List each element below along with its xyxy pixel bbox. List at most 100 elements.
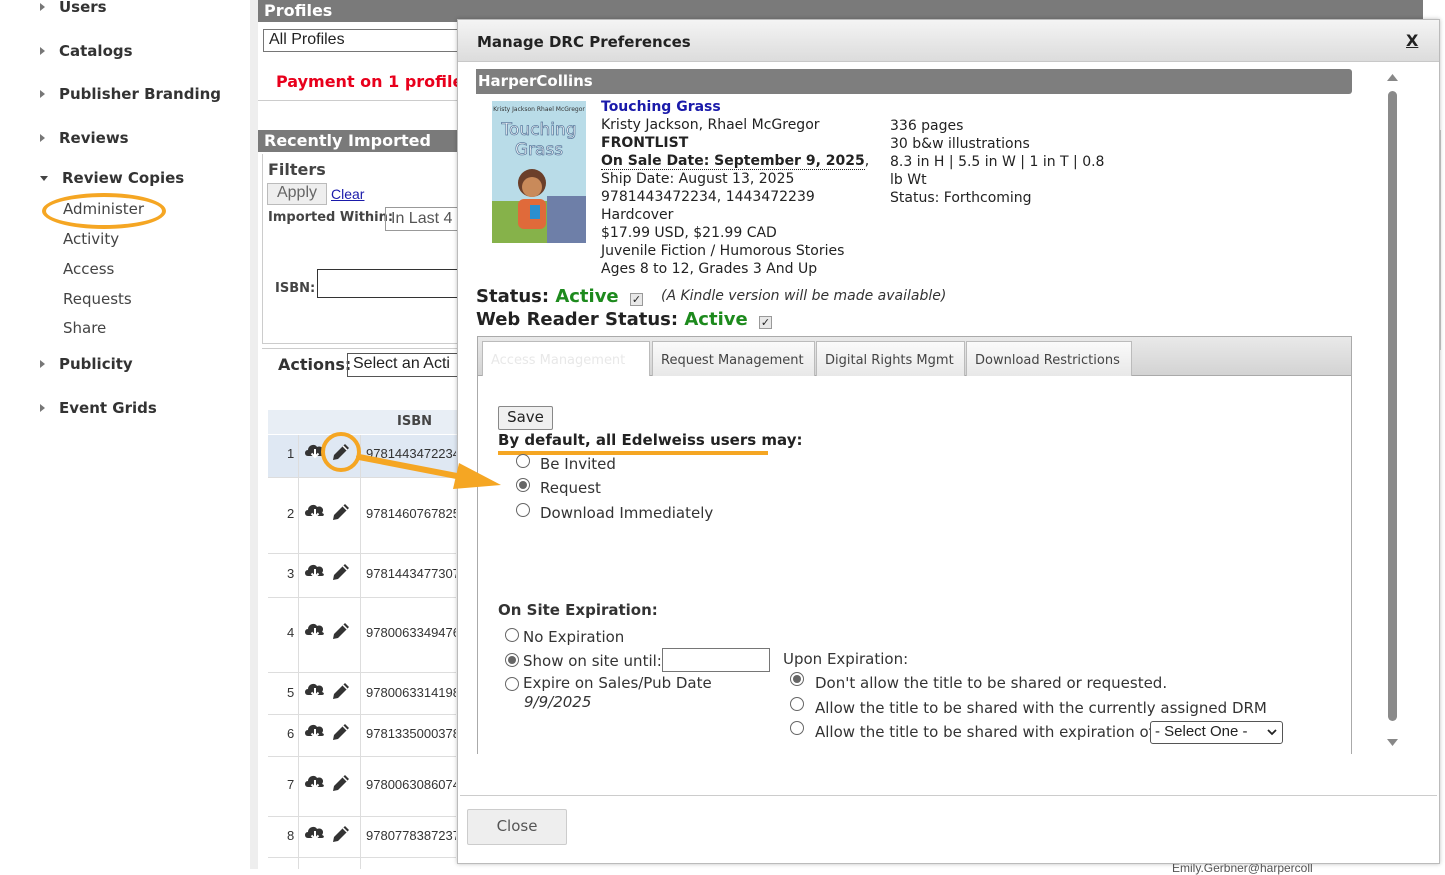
column-divider: [360, 435, 361, 869]
book-pages: 336 pages: [890, 118, 964, 134]
cloud-download-icon[interactable]: [303, 679, 327, 701]
download-immediately-label: Download Immediately: [540, 504, 714, 522]
edit-pencil-icon[interactable]: [329, 720, 353, 744]
tab-access-management[interactable]: Access Management: [482, 341, 650, 376]
radio-allow-expiration[interactable]: [790, 721, 804, 735]
expiration-select[interactable]: - Select One -: [1150, 721, 1283, 744]
edit-pencil-icon[interactable]: [329, 500, 353, 524]
cloud-download-icon[interactable]: [303, 619, 327, 641]
caret-right-icon: [40, 404, 45, 412]
nav-event-grids-label: Event Grids: [59, 399, 157, 417]
edit-pencil-icon[interactable]: [329, 771, 353, 795]
book-status: Status: Forthcoming: [890, 190, 1032, 206]
book-cover-image: Kristy Jackson Rhael McGregor Touching G…: [492, 101, 586, 243]
clear-link[interactable]: Clear: [331, 186, 364, 202]
show-until-date-input[interactable]: [662, 648, 770, 672]
tab-digital-rights-mgmt[interactable]: Digital Rights Mgmt: [816, 341, 965, 376]
book-format: Hardcover: [601, 207, 674, 223]
on-site-expiration-heading: On Site Expiration:: [498, 601, 658, 619]
tab-request-management[interactable]: Request Management: [652, 341, 815, 376]
radio-download-immediately[interactable]: [516, 503, 530, 517]
nav-publisher-branding[interactable]: Publisher Branding: [40, 85, 221, 103]
isbn-input[interactable]: [317, 269, 460, 298]
web-reader-label: Web Reader Status:: [476, 309, 679, 330]
book-list: FRONTLIST: [601, 135, 689, 151]
nav-publisher-branding-label: Publisher Branding: [59, 85, 222, 103]
divider: [258, 100, 458, 101]
modal-close-x-button[interactable]: X: [1406, 31, 1418, 50]
book-title-link[interactable]: Touching Grass: [601, 98, 721, 116]
chevron-down-icon: [1267, 729, 1277, 736]
nav-reviews-label: Reviews: [59, 129, 129, 147]
cover-title-text: Grass: [515, 140, 563, 160]
caret-right-icon: [40, 3, 45, 11]
nav-reviews[interactable]: Reviews: [40, 129, 129, 147]
row-isbn[interactable]: 9781460767825: [366, 506, 456, 521]
radio-allow-current-drm[interactable]: [790, 697, 804, 711]
edit-pencil-icon[interactable]: [329, 679, 353, 703]
sub-nav-activity[interactable]: Activity: [63, 230, 119, 248]
close-button[interactable]: Close: [467, 809, 567, 845]
imported-within-label: Imported Within:: [268, 210, 394, 225]
nav-catalogs[interactable]: Catalogs: [40, 42, 133, 60]
cloud-download-icon[interactable]: [303, 771, 327, 793]
book-weight: lb Wt: [890, 172, 927, 188]
imported-within-select[interactable]: In Last 4: [385, 207, 460, 231]
nav-users[interactable]: Users: [40, 0, 107, 16]
radio-be-invited[interactable]: [516, 454, 530, 468]
edit-pencil-icon[interactable]: [329, 822, 353, 846]
edit-pencil-icon[interactable]: [329, 619, 353, 643]
cloud-download-icon[interactable]: [303, 822, 327, 844]
cloud-download-icon[interactable]: [303, 720, 327, 742]
row-actions: [303, 720, 353, 744]
row-isbn[interactable]: 9780063086074: [366, 777, 456, 792]
isbn-label: ISBN:: [275, 281, 316, 296]
save-button[interactable]: Save: [498, 406, 553, 430]
radio-request[interactable]: [516, 478, 530, 492]
no-expiration-label: No Expiration: [523, 628, 625, 646]
scroll-thumb[interactable]: [1388, 91, 1397, 721]
row-isbn[interactable]: 9780063314198: [366, 685, 456, 700]
cloud-download-icon[interactable]: [303, 500, 327, 522]
manage-drc-modal: Manage DRC Preferences X HarperCollins K…: [457, 19, 1440, 864]
tab-download-restrictions[interactable]: Download Restrictions: [966, 341, 1132, 376]
radio-no-expiration[interactable]: [505, 628, 519, 642]
drc-status: Status: Active ✓: [476, 286, 643, 307]
status-value: Active: [555, 286, 619, 307]
sub-nav-requests[interactable]: Requests: [63, 290, 132, 308]
on-sale-comma: ,: [864, 153, 870, 169]
web-reader-checkbox[interactable]: ✓: [758, 316, 772, 329]
modal-scrollbar[interactable]: [1383, 69, 1401, 755]
request-label: Request: [540, 479, 601, 497]
nav-publicity[interactable]: Publicity: [40, 355, 133, 373]
annotation-underline: [498, 451, 768, 455]
apply-button[interactable]: Apply: [267, 183, 327, 205]
radio-expire-on-pub-date[interactable]: [505, 677, 519, 691]
edit-pencil-icon[interactable]: [329, 560, 353, 584]
sub-nav-access[interactable]: Access: [63, 260, 114, 278]
profiles-select[interactable]: All Profiles: [263, 29, 463, 52]
publisher-bar: HarperCollins: [476, 69, 1352, 94]
actions-select[interactable]: Select an Acti: [347, 353, 460, 377]
row-isbn[interactable]: 9780778387237: [366, 828, 456, 843]
book-category: Juvenile Fiction / Humorous Stories: [601, 243, 845, 259]
book-ages: Ages 8 to 12, Grades 3 And Up: [601, 261, 818, 277]
nav-event-grids[interactable]: Event Grids: [40, 399, 157, 417]
cover-authors-text: Kristy Jackson Rhael McGregor: [493, 106, 585, 113]
sub-nav-share[interactable]: Share: [63, 319, 106, 337]
row-number: 3: [287, 566, 295, 581]
book-on-sale-date: On Sale Date: September 9, 2025,: [601, 152, 869, 170]
dont-allow-label: Don't allow the title to be shared or re…: [815, 674, 1168, 692]
radio-show-until[interactable]: [505, 653, 519, 667]
row-isbn[interactable]: 9781335000378: [366, 726, 456, 741]
row-isbn[interactable]: 9781443477307: [366, 566, 456, 581]
annotation-ring: [42, 193, 166, 229]
row-isbn[interactable]: 9780063349476: [366, 625, 456, 640]
nav-review-copies[interactable]: Review Copies: [40, 169, 184, 187]
cloud-download-icon[interactable]: [303, 560, 327, 582]
radio-dont-allow[interactable]: [790, 672, 804, 686]
caret-down-icon: [40, 175, 48, 181]
status-checkbox[interactable]: ✓: [629, 293, 643, 306]
divider: [262, 348, 458, 349]
scroll-down-arrow-icon: [1387, 739, 1398, 746]
